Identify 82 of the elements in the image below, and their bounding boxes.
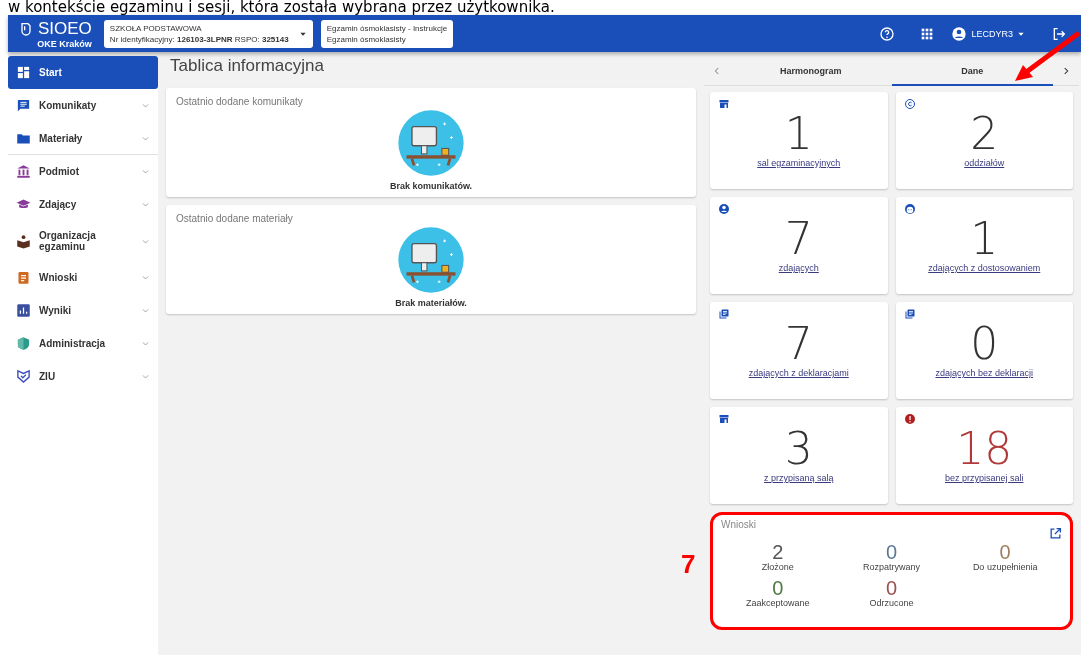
stat-label: Zaakceptowane	[746, 598, 810, 608]
annotation-number: 7	[681, 549, 696, 580]
open-external-icon[interactable]	[1049, 527, 1062, 540]
sidebar-item[interactable]: Administracja	[8, 327, 158, 360]
stat-value: 0	[885, 578, 898, 598]
app-title: SIOEO	[38, 18, 92, 39]
chevron-down-icon[interactable]	[141, 167, 150, 176]
chevron-down-icon[interactable]	[141, 273, 150, 282]
chevron-down-icon[interactable]	[141, 339, 150, 348]
stat-link[interactable]: zdających	[778, 263, 819, 273]
documents-icon	[903, 308, 916, 320]
circled-c-icon	[903, 98, 916, 110]
sidebar-item[interactable]: Materiały	[8, 122, 158, 155]
empty-message: Brak komunikatów.	[389, 181, 473, 191]
shield-icon	[18, 20, 34, 37]
user-menu[interactable]: LECDYR3	[951, 25, 1025, 42]
documents-icon	[718, 308, 730, 320]
app-subtitle: OKE Kraków	[37, 38, 92, 49]
stat-link[interactable]: sal egzaminacyjnych	[757, 158, 841, 168]
stat-label: Złożone	[761, 562, 794, 572]
building-icon	[16, 164, 31, 179]
stat-value: 0	[970, 320, 999, 368]
chevron-down-icon[interactable]	[141, 101, 150, 110]
stat-value: 0	[772, 578, 784, 598]
stat-link[interactable]: zdających z deklaracjami	[748, 368, 849, 378]
stat-value: 7	[784, 215, 813, 263]
sidebar-item[interactable]: Organizacja egzaminu	[8, 221, 158, 261]
stat-value: 1	[784, 110, 813, 158]
stat-label: Do uzupełnienia	[972, 562, 1038, 572]
stat-link[interactable]: oddziałów	[964, 158, 1005, 168]
dashboard-icon	[16, 65, 31, 80]
stat-label: Rozpatrywany	[862, 562, 920, 572]
bar-chart-icon	[16, 303, 31, 318]
card-title: Ostatnio dodane materiały	[176, 213, 293, 224]
sidebar-item[interactable]: Wyniki	[8, 294, 158, 327]
stat-value: 0	[999, 542, 1011, 562]
exam-selector[interactable]: Egzamin ósmoklasisty - Instrukcje Egzamin ósmoklasisty	[320, 19, 454, 48]
logout-icon[interactable]	[1051, 25, 1067, 42]
tab[interactable]: Harmonogram	[730, 55, 892, 86]
school-selector[interactable]: SZKOŁA PODSTAWOWA Nr identyfikacyjny: 126103-3LPNR RSPO: 325143	[103, 19, 313, 48]
help-icon[interactable]	[879, 25, 896, 42]
stat-value: 3	[784, 425, 813, 473]
storefront-icon	[718, 413, 730, 425]
sidebar-item[interactable]: Zdający	[8, 188, 158, 221]
stat-value: 0	[885, 542, 898, 562]
storefront-icon	[718, 98, 730, 110]
chevron-left-icon	[712, 65, 722, 76]
sidebar-item[interactable]: Podmiot	[8, 155, 158, 188]
stat-link[interactable]: z przypisaną salą	[763, 473, 834, 483]
caption-text: w kontekście egzaminu i sesji, która została wybrana przez użytkownika.	[7, 0, 556, 15]
clipboard-icon	[16, 270, 31, 285]
message-icon	[16, 98, 31, 113]
reader-icon	[16, 233, 31, 249]
face-icon	[903, 203, 916, 215]
chevron-down-icon[interactable]	[141, 372, 150, 381]
stat-value: 2	[970, 110, 999, 158]
page-title: Tablica informacyjna	[169, 56, 325, 77]
sidebar-item[interactable]: ZIU	[8, 360, 158, 393]
chevron-down-icon[interactable]	[141, 306, 150, 315]
sidebar-item[interactable]: Start	[8, 56, 158, 89]
stat-link[interactable]: bez przypisanej sali	[944, 473, 1024, 483]
stat-link[interactable]: zdających z dostosowaniem	[928, 263, 1041, 273]
card-title: Wnioski	[721, 519, 756, 532]
desk-computer-illustration	[397, 109, 465, 177]
error-icon	[903, 413, 916, 425]
card-title: Ostatnio dodane komunikaty	[176, 96, 303, 107]
stat-label: Odrzucone	[869, 598, 914, 608]
person-icon	[718, 203, 730, 215]
chevron-down-icon[interactable]	[141, 200, 150, 209]
stat-value: 18	[956, 425, 1013, 473]
stat-value: 2	[772, 542, 784, 562]
badge-icon	[16, 369, 31, 384]
shield-icon	[16, 336, 31, 351]
sidebar-item[interactable]: Wnioski	[8, 261, 158, 294]
stat-link[interactable]: zdających bez deklaracji	[935, 368, 1034, 378]
stat-value: 1	[970, 215, 999, 263]
empty-message: Brak materiałów.	[395, 298, 467, 308]
user-avatar-icon	[951, 25, 968, 42]
stat-value: 7	[784, 320, 813, 368]
desk-computer-illustration	[397, 226, 465, 294]
chevron-right-icon	[1061, 65, 1071, 76]
sidebar-item[interactable]: Komunikaty	[8, 89, 158, 122]
